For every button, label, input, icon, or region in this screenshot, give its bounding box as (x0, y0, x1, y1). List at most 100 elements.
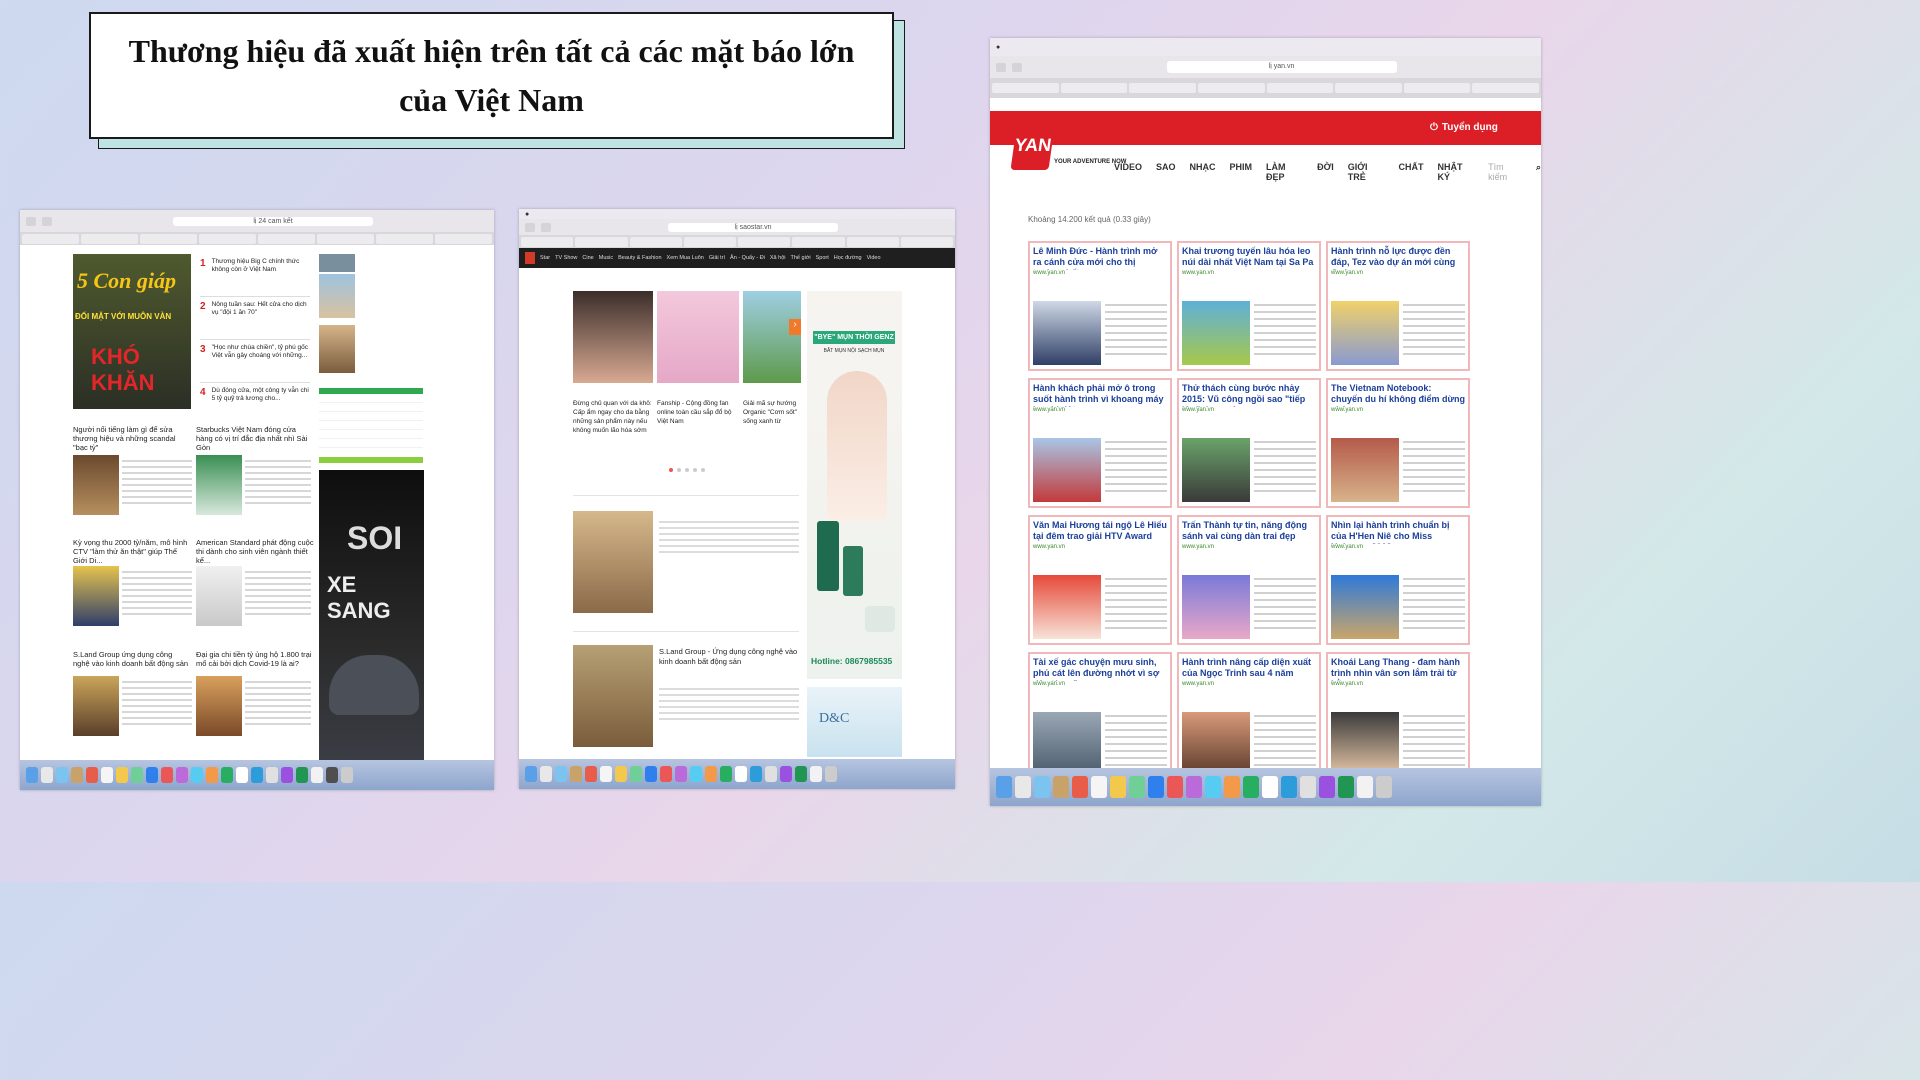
app-icon[interactable] (1091, 776, 1107, 798)
app-icon[interactable] (1224, 776, 1240, 798)
carousel-dot[interactable] (693, 468, 697, 472)
app-icon[interactable] (236, 767, 248, 783)
nav-item[interactable]: LÀM ĐẸP (1266, 162, 1303, 182)
article-thumb[interactable] (573, 645, 653, 747)
app-icon[interactable] (206, 767, 218, 783)
app-icon[interactable] (555, 766, 567, 782)
app-icon[interactable] (570, 766, 582, 782)
nav-item[interactable]: Star (540, 255, 550, 261)
app-icon[interactable] (101, 767, 113, 783)
tab[interactable] (140, 233, 197, 244)
search-icon[interactable]: ⌕ (1536, 162, 1541, 182)
result-thumb[interactable] (1331, 438, 1399, 502)
article-thumb[interactable] (573, 511, 653, 613)
result-thumb[interactable] (1033, 712, 1101, 776)
nav-item[interactable]: Ăn - Quẩy - Đi (730, 255, 765, 261)
nav-item[interactable]: Sport (816, 255, 829, 261)
article-thumb[interactable] (196, 676, 242, 736)
article-title[interactable]: Starbucks Việt Nam đóng cửa hàng có vị t… (196, 425, 314, 452)
carousel-dot[interactable] (685, 468, 689, 472)
tab[interactable] (317, 233, 374, 244)
tab[interactable] (575, 236, 628, 247)
article-thumb[interactable] (73, 676, 119, 736)
tab[interactable] (22, 233, 79, 244)
result-thumb[interactable] (1182, 712, 1250, 776)
app-icon[interactable] (131, 767, 143, 783)
result-thumb[interactable] (1033, 438, 1101, 502)
app-icon[interactable] (1148, 776, 1164, 798)
tab[interactable] (792, 236, 845, 247)
nav-item[interactable]: ĐỜI (1317, 162, 1334, 182)
carousel-caption[interactable]: Đừng chủ quan với da khô: Cấp ẩm ngay ch… (573, 399, 653, 435)
app-icon[interactable] (191, 767, 203, 783)
result-title[interactable]: Hành khách phải mở ô trong suốt hành trì… (1030, 380, 1170, 407)
app-icon[interactable] (251, 767, 263, 783)
yan-logo[interactable]: YAN (1010, 120, 1056, 170)
car-ad[interactable]: SOI XE SANG (319, 470, 424, 760)
finder-icon[interactable] (525, 766, 537, 782)
recruit-button[interactable]: ⏻ Tuyển dụng (1430, 122, 1498, 133)
article-title[interactable]: Người nổi tiếng làm gì để sửa thương hiệ… (73, 425, 191, 452)
carousel-dot[interactable] (669, 468, 673, 472)
app-icon[interactable] (86, 767, 98, 783)
result-card[interactable]: Khoái Lang Thang - đam hành trình nhìn v… (1326, 652, 1470, 782)
app-icon[interactable] (296, 767, 308, 783)
app-icon[interactable] (630, 766, 642, 782)
nav-item[interactable]: SAO (1156, 162, 1176, 182)
nav-item[interactable]: Giải trí (709, 255, 725, 261)
nav-item[interactable]: NHẬT KÝ (1438, 162, 1475, 182)
sidebar-thumb[interactable] (319, 325, 355, 373)
result-thumb[interactable] (1182, 301, 1250, 365)
tab[interactable] (846, 236, 899, 247)
nav-item[interactable]: Cine (582, 255, 593, 261)
nav-item[interactable]: VIDEO (1114, 162, 1142, 182)
app-icon[interactable] (1300, 776, 1316, 798)
nav-item[interactable]: Xem Mua Luôn (667, 255, 704, 261)
app-icon[interactable] (41, 767, 53, 783)
nav-item[interactable]: Học đường (834, 255, 862, 261)
result-title[interactable]: Thử thách cùng bước nhảy 2015: Vũ công n… (1179, 380, 1319, 407)
carousel-caption[interactable]: Fanship - Cộng đồng fan online toàn cầu … (657, 399, 739, 426)
carousel-image[interactable] (743, 291, 801, 383)
back-button[interactable] (996, 62, 1006, 72)
tab[interactable] (1266, 83, 1334, 93)
app-icon[interactable] (720, 766, 732, 782)
carousel-next-button[interactable]: › (789, 319, 801, 335)
app-icon[interactable] (1186, 776, 1202, 798)
app-icon[interactable] (645, 766, 657, 782)
article-title[interactable]: S.Land Group - Ứng dụng công nghệ vào ki… (659, 647, 799, 667)
app-icon[interactable] (221, 767, 233, 783)
app-icon[interactable] (690, 766, 702, 782)
ranked-item[interactable]: 3 "Học như chùa chiền", tỷ phú gốc Việt … (200, 344, 310, 383)
trash-icon[interactable] (341, 767, 353, 783)
nav-item[interactable]: CHẤT (1399, 162, 1424, 182)
result-card[interactable]: Tài xế gác chuyện mưu sinh, phủ cát lên … (1028, 652, 1172, 782)
result-title[interactable]: Tài xế gác chuyện mưu sinh, phủ cát lên … (1030, 654, 1170, 681)
app-icon[interactable] (311, 767, 323, 783)
article-title[interactable]: American Standard phát động cuộc thi dàn… (196, 538, 314, 565)
tab[interactable] (629, 236, 682, 247)
app-icon[interactable] (1053, 776, 1069, 798)
tab[interactable] (1403, 83, 1471, 93)
app-icon[interactable] (735, 766, 747, 782)
result-title[interactable]: Nhìn lại hành trình chuẩn bị của H'Hen N… (1328, 517, 1468, 544)
trash-icon[interactable] (1376, 776, 1392, 798)
result-card[interactable]: Hành trình nỗ lực được đền đáp, Tez vào … (1326, 241, 1470, 371)
address-bar[interactable]: lị saostar.vn (668, 222, 838, 232)
app-icon[interactable] (1072, 776, 1088, 798)
app-icon[interactable] (1015, 776, 1031, 798)
app-icon[interactable] (615, 766, 627, 782)
app-icon[interactable] (1357, 776, 1373, 798)
app-icon[interactable] (281, 767, 293, 783)
nav-item[interactable]: NHẠC (1190, 162, 1216, 182)
result-thumb[interactable] (1331, 712, 1399, 776)
app-icon[interactable] (1110, 776, 1126, 798)
app-icon[interactable] (765, 766, 777, 782)
result-card[interactable]: Trấn Thành tự tin, năng động sánh vai cù… (1177, 515, 1321, 645)
app-icon[interactable] (600, 766, 612, 782)
result-card[interactable]: Nhìn lại hành trình chuẩn bị của H'Hen N… (1326, 515, 1470, 645)
app-icon[interactable] (56, 767, 68, 783)
site-logo[interactable] (525, 252, 535, 264)
apple-icon[interactable]: ● (525, 211, 529, 218)
tab[interactable] (435, 233, 492, 244)
